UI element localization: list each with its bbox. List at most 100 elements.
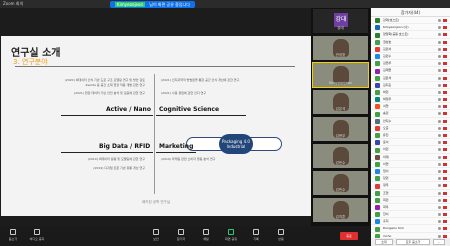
participant-row[interactable]: 임서 (371, 168, 450, 176)
participant-row[interactable]: 최민 (371, 197, 450, 204)
participant-name: 양정화(공동 호스트) (383, 32, 409, 37)
microphone-icon (438, 198, 441, 202)
avatar (375, 46, 380, 52)
invite-button[interactable]: 초대 (375, 239, 393, 245)
participant-name: 홍지 (383, 219, 389, 224)
video-tile[interactable]: 권성호 (312, 35, 369, 61)
share-screen-button[interactable]: 화면 공유 (220, 229, 242, 241)
participant-row[interactable]: 박정우 (371, 96, 450, 104)
microphone-icon (438, 33, 441, 37)
para-bottom-left-1: (2019) 빅데이터 활용 및 모델링에 관한 연구 (87, 157, 145, 161)
rule-left-bottom (61, 152, 153, 153)
participant-row[interactable]: 장민 (371, 175, 450, 183)
participant-name: 임서 (383, 168, 389, 173)
camera-off-icon (443, 155, 447, 159)
participant-name: 오준 (383, 125, 389, 130)
avatar (375, 205, 380, 211)
tile-name: 권성호 (335, 53, 346, 57)
video-tile[interactable]: 김현우 (312, 116, 369, 142)
participant-row[interactable]: 오준 (371, 125, 450, 132)
participant-name: 이민 (383, 147, 389, 152)
title-bar: Zoom 회의 (0, 0, 450, 8)
participant-row[interactable]: 최우 (371, 204, 450, 212)
avatar (375, 32, 380, 38)
center-divider (154, 74, 155, 194)
participant-row[interactable]: 유진 (371, 132, 450, 140)
reactions-label: 반응 (278, 237, 284, 241)
participant-row[interactable]: 이현 (371, 161, 450, 168)
para-bottom-right-1: (2019) 마케팅 관련 소비자 행동 분석 연구 (161, 157, 216, 161)
participant-row[interactable]: 김재현 (371, 67, 450, 75)
participant-row[interactable]: 윤서 (371, 139, 450, 147)
avatar (375, 183, 380, 189)
microphone-icon (438, 141, 441, 145)
reactions-button[interactable]: 반응 (270, 229, 292, 241)
participant-row[interactable]: Dongwoo Kim (371, 225, 450, 233)
camera-off-icon (443, 162, 447, 166)
camera-off-icon (443, 177, 447, 181)
more-button[interactable]: ... (433, 239, 445, 245)
camera-off-icon (443, 69, 447, 73)
avatar (375, 18, 380, 24)
participant-row[interactable]: 김지훈 (371, 82, 450, 89)
video-tile[interactable]: 강대 강대 (312, 8, 369, 34)
camera-off-icon (443, 105, 447, 109)
participant-row[interactable]: 한서 (371, 211, 450, 219)
microphone-icon (438, 105, 441, 109)
microphone-icon (438, 155, 441, 159)
participant-row[interactable]: 김현우 (371, 60, 450, 68)
participant-name: 김민수 (383, 53, 392, 58)
microphone-icon (438, 227, 441, 231)
participant-row[interactable]: 김민수 (371, 53, 450, 61)
participants-header: 참가자(44) (371, 8, 450, 17)
participant-row[interactable]: 박민 (371, 89, 450, 97)
section-cognitive: Cognitive Science (159, 106, 220, 113)
participant-row[interactable]: 이재 (371, 154, 450, 161)
participant-row[interactable]: 안지수 (371, 118, 450, 125)
para-bottom-left-2: (2019) 디지털 트윈 기반 유통 개선 연구 (93, 166, 145, 170)
participant-name: 송민 (383, 111, 389, 116)
participant-row[interactable]: Kimyeonjeon (나) (371, 24, 450, 32)
avatar (375, 54, 380, 60)
mute-button[interactable]: 음소거 (2, 229, 24, 241)
participant-name: 장민 (383, 176, 389, 181)
chat-button[interactable]: 채팅 (195, 229, 217, 241)
sharer-name: Kimyeonjeon (115, 2, 145, 7)
avatar (375, 104, 380, 110)
microphone-icon (438, 112, 441, 116)
participant-row[interactable]: 권성호 (371, 39, 450, 46)
participant-row[interactable]: 서현 (371, 103, 450, 111)
mute-all-button[interactable]: 모두 음소거 (396, 239, 430, 245)
participant-name: 한서 (383, 212, 389, 217)
video-tile-active[interactable]: Kimyeonjeon (312, 62, 369, 88)
participant-row[interactable]: 홍지 (371, 218, 450, 226)
camera-off-icon (443, 54, 447, 58)
video-tile[interactable]: 김민수 (312, 143, 369, 169)
end-meeting-button[interactable]: 종료 (340, 232, 358, 240)
video-tile[interactable]: 김은석 (312, 89, 369, 115)
avatar (375, 154, 380, 160)
participant-row[interactable]: 조현 (371, 190, 450, 197)
participant-row[interactable]: 정우 (371, 182, 450, 190)
camera-off-icon (443, 141, 447, 145)
participant-row[interactable]: 김민서 (371, 46, 450, 53)
tile-name: 김현우 (335, 134, 346, 138)
participant-name: 김현우 (383, 61, 392, 66)
camera-off-icon (443, 213, 447, 217)
record-button[interactable]: 기록 (245, 229, 267, 241)
share-banner[interactable]: Kimyeonjeon 님이 화면 공유 중입니다 (110, 1, 195, 8)
participant-row[interactable]: 강대(호스트) (371, 17, 450, 25)
camera-off-icon (443, 198, 447, 202)
video-button[interactable]: 비디오 중지 (26, 229, 48, 241)
video-tile[interactable]: 김지훈 (312, 197, 369, 223)
participant-row[interactable]: 양정화(공동 호스트) (371, 31, 450, 39)
tile-name: 김민수 (335, 161, 346, 165)
camera-off-icon (443, 26, 447, 30)
security-button[interactable]: 보안 (145, 229, 167, 241)
participant-row[interactable]: 송민 (371, 110, 450, 118)
avatar (375, 82, 380, 88)
participant-row[interactable]: 김은석 (371, 75, 450, 82)
participants-button[interactable]: 참가자 (170, 229, 192, 241)
participant-row[interactable]: 이민 (371, 146, 450, 154)
video-tile[interactable]: 김민수 (312, 170, 369, 196)
